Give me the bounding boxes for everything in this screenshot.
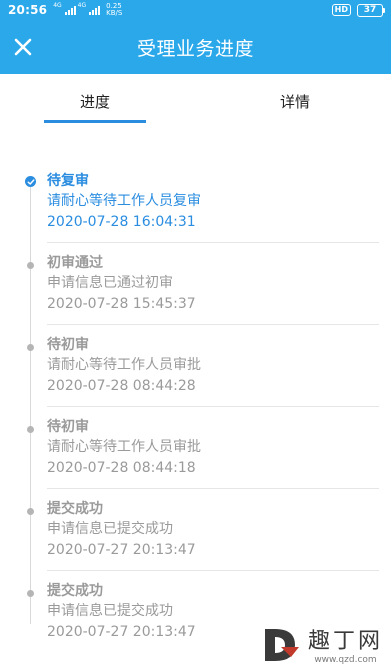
signal-icon-2 [89, 5, 101, 15]
timeline-status: 提交成功 [47, 583, 103, 599]
divider [47, 324, 379, 325]
timeline-status: 待初审 [47, 419, 89, 435]
timeline-desc: 请耐心等待工作人员审批 [47, 439, 201, 455]
timeline-time: 2020-07-28 08:44:28 [47, 378, 196, 394]
network-speed-unit: KB/S [106, 9, 123, 17]
timeline-status: 初审通过 [47, 255, 103, 271]
dot-icon [27, 262, 34, 269]
divider [47, 242, 379, 243]
close-button[interactable] [8, 32, 38, 62]
timeline-item: 待初审 请耐心等待工作人员审批 2020-07-28 08:44:18 [0, 416, 391, 498]
timeline-time: 2020-07-28 08:44:18 [47, 460, 196, 476]
watermark: 趣丁网 www.qzd.com [261, 623, 383, 665]
dot-icon [27, 426, 34, 433]
timeline-desc: 请耐心等待工作人员审批 [47, 357, 201, 373]
tab-selected-indicator [44, 120, 146, 123]
timeline-status: 提交成功 [47, 501, 103, 517]
progress-timeline: 待复审 请耐心等待工作人员复审 2020-07-28 16:04:31 初审通过… [0, 170, 391, 662]
timeline-item: 待复审 请耐心等待工作人员复审 2020-07-28 16:04:31 [0, 170, 391, 252]
check-icon [25, 176, 36, 187]
battery-level: 37 [357, 3, 383, 17]
tab-bar: 进度 详情 [0, 74, 391, 128]
timeline-item: 待初审 请耐心等待工作人员审批 2020-07-28 08:44:28 [0, 334, 391, 416]
status-right: HD 37 [331, 3, 385, 17]
watermark-logo-icon [264, 629, 299, 661]
signal-icon [64, 5, 76, 15]
dot-icon [27, 590, 34, 597]
signal-indicators: 4G 4G 0.25 KB/S [53, 3, 122, 17]
timeline-desc: 申请信息已提交成功 [47, 521, 173, 537]
timeline-desc: 申请信息已通过初审 [47, 275, 173, 291]
dot-icon [27, 508, 34, 515]
watermark-brand: 趣丁网 [307, 629, 383, 654]
timeline-time: 2020-07-28 16:04:31 [47, 214, 196, 230]
timeline-time: 2020-07-28 15:45:37 [47, 296, 196, 312]
dot-icon [27, 344, 34, 351]
timeline-status: 待初审 [47, 337, 89, 353]
header: 受理业务进度 [0, 20, 391, 74]
status-time: 20:56 [8, 3, 48, 17]
top-bar: 20:56 4G 4G 0.25 KB/S HD 37 受理业务进度 [0, 0, 391, 74]
divider [47, 406, 379, 407]
divider [47, 488, 379, 489]
divider [47, 570, 379, 571]
hd-icon: HD [331, 4, 351, 16]
tab-detail[interactable]: 详情 [244, 74, 346, 128]
timeline-item: 初审通过 申请信息已通过初审 2020-07-28 15:45:37 [0, 252, 391, 334]
watermark-url: www.qzd.com [314, 655, 377, 665]
network-type-label-2: 4G [77, 2, 87, 9]
status-bar: 20:56 4G 4G 0.25 KB/S HD 37 [0, 0, 391, 20]
timeline-desc: 请耐心等待工作人员复审 [47, 193, 201, 209]
network-speed: 0.25 KB/S [106, 3, 122, 17]
battery-icon: 37 [357, 3, 385, 17]
timeline-time: 2020-07-27 20:13:47 [47, 542, 196, 558]
close-icon [14, 38, 32, 56]
page-title: 受理业务进度 [136, 37, 254, 60]
timeline-item: 提交成功 申请信息已提交成功 2020-07-27 20:13:47 [0, 498, 391, 580]
timeline-desc: 申请信息已提交成功 [47, 603, 173, 619]
network-type-label: 4G [53, 2, 62, 9]
timeline-status: 待复审 [47, 173, 89, 189]
